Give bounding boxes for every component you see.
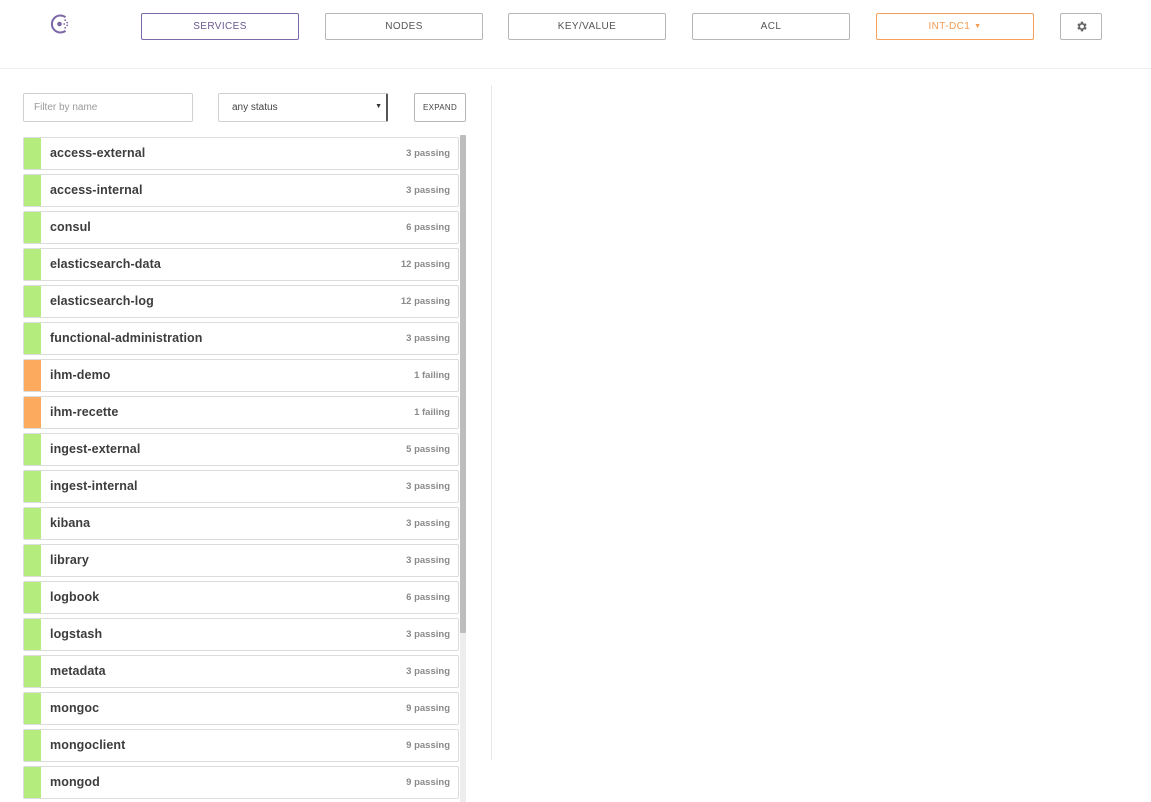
health-status-indicator: [24, 582, 41, 613]
service-name: elasticsearch-log: [50, 294, 154, 308]
service-row-elasticsearch-log[interactable]: elasticsearch-log 12 passing: [23, 285, 459, 318]
service-row-elasticsearch-data[interactable]: elasticsearch-data 12 passing: [23, 248, 459, 281]
nav-key-value-button[interactable]: KEY/VALUE: [508, 13, 666, 40]
service-check-status: 12 passing: [400, 296, 450, 307]
health-status-indicator: [24, 175, 41, 206]
expand-button[interactable]: EXPAND: [414, 93, 466, 122]
service-check-status: 1 failing: [414, 407, 450, 418]
service-row-functional-administration[interactable]: functional-administration 3 passing: [23, 322, 459, 355]
service-row-ihm-demo[interactable]: ihm-demo 1 failing: [23, 359, 459, 392]
service-name: elasticsearch-data: [50, 257, 161, 271]
panel-divider: [491, 85, 492, 760]
health-status-indicator: [24, 360, 41, 391]
health-status-indicator: [24, 767, 41, 798]
service-row-mongoc[interactable]: mongoc 9 passing: [23, 692, 459, 725]
service-check-status: 1 failing: [414, 370, 450, 381]
service-row-kibana[interactable]: kibana 3 passing: [23, 507, 459, 540]
service-name: mongoc: [50, 701, 100, 715]
service-name: mongod: [50, 775, 100, 789]
health-status-indicator: [24, 619, 41, 650]
service-name: consul: [50, 220, 91, 234]
service-check-status: 3 passing: [406, 555, 450, 566]
service-name: access-internal: [50, 183, 143, 197]
health-status-indicator: [24, 693, 41, 724]
service-row-ingest-external[interactable]: ingest-external 5 passing: [23, 433, 459, 466]
service-check-status: 9 passing: [406, 740, 450, 751]
service-name: access-external: [50, 146, 146, 160]
gear-icon: [1076, 21, 1087, 32]
service-check-status: 9 passing: [406, 703, 450, 714]
health-status-indicator: [24, 471, 41, 502]
service-check-status: 6 passing: [406, 222, 450, 233]
service-row-ihm-recette[interactable]: ihm-recette 1 failing: [23, 396, 459, 429]
service-name: library: [50, 553, 89, 567]
service-name: metadata: [50, 664, 106, 678]
nav-acl-button[interactable]: ACL: [692, 13, 850, 40]
datacenter-dropdown[interactable]: INT-DC1 ▼: [876, 13, 1034, 40]
caret-down-icon: ▼: [974, 23, 982, 30]
service-row-logbook[interactable]: logbook 6 passing: [23, 581, 459, 614]
health-status-indicator: [24, 730, 41, 761]
service-check-status: 9 passing: [406, 777, 450, 788]
service-check-status: 3 passing: [406, 629, 450, 640]
service-row-metadata[interactable]: metadata 3 passing: [23, 655, 459, 688]
service-name: ingest-external: [50, 442, 141, 456]
service-name: ihm-recette: [50, 405, 119, 419]
consul-logo-icon[interactable]: [50, 13, 72, 35]
nav-services-button[interactable]: SERVICES: [141, 13, 299, 40]
health-status-indicator: [24, 656, 41, 687]
service-row-consul[interactable]: consul 6 passing: [23, 211, 459, 244]
service-check-status: 3 passing: [406, 481, 450, 492]
health-status-indicator: [24, 434, 41, 465]
status-filter-select[interactable]: any status ▼: [218, 93, 388, 122]
nav-nodes-button[interactable]: NODES: [325, 13, 483, 40]
health-status-indicator: [24, 249, 41, 280]
service-name: logstash: [50, 627, 103, 641]
service-name: kibana: [50, 516, 91, 530]
service-check-status: 5 passing: [406, 444, 450, 455]
service-list: access-external 3 passing access-internal 3…: [23, 137, 459, 802]
health-status-indicator: [24, 212, 41, 243]
service-name: ingest-internal: [50, 479, 138, 493]
service-row-mongod[interactable]: mongod 9 passing: [23, 766, 459, 799]
service-check-status: 12 passing: [400, 259, 450, 270]
service-row-library[interactable]: library 3 passing: [23, 544, 459, 577]
service-name: functional-administration: [50, 331, 203, 345]
scrollbar-thumb[interactable]: [460, 135, 466, 633]
service-row-access-internal[interactable]: access-internal 3 passing: [23, 174, 459, 207]
service-name: mongoclient: [50, 738, 126, 752]
service-check-status: 3 passing: [406, 148, 450, 159]
service-name: ihm-demo: [50, 368, 111, 382]
service-row-access-external[interactable]: access-external 3 passing: [23, 137, 459, 170]
select-arrow-icon: ▼: [375, 103, 382, 110]
service-row-logstash[interactable]: logstash 3 passing: [23, 618, 459, 651]
service-check-status: 3 passing: [406, 666, 450, 677]
health-status-indicator: [24, 397, 41, 428]
service-check-status: 3 passing: [406, 333, 450, 344]
health-status-indicator: [24, 323, 41, 354]
health-status-indicator: [24, 138, 41, 169]
top-nav-bar: SERVICES NODES KEY/VALUE ACL INT-DC1 ▼: [0, 0, 1151, 69]
health-status-indicator: [24, 508, 41, 539]
status-filter-value: any status: [232, 102, 278, 113]
datacenter-label: INT-DC1: [928, 21, 971, 32]
settings-button[interactable]: [1060, 13, 1102, 40]
service-check-status: 3 passing: [406, 518, 450, 529]
service-row-ingest-internal[interactable]: ingest-internal 3 passing: [23, 470, 459, 503]
health-status-indicator: [24, 286, 41, 317]
service-row-mongoclient[interactable]: mongoclient 9 passing: [23, 729, 459, 762]
filter-by-name-input[interactable]: [23, 93, 193, 122]
health-status-indicator: [24, 545, 41, 576]
service-name: logbook: [50, 590, 100, 604]
service-check-status: 3 passing: [406, 185, 450, 196]
service-check-status: 6 passing: [406, 592, 450, 603]
